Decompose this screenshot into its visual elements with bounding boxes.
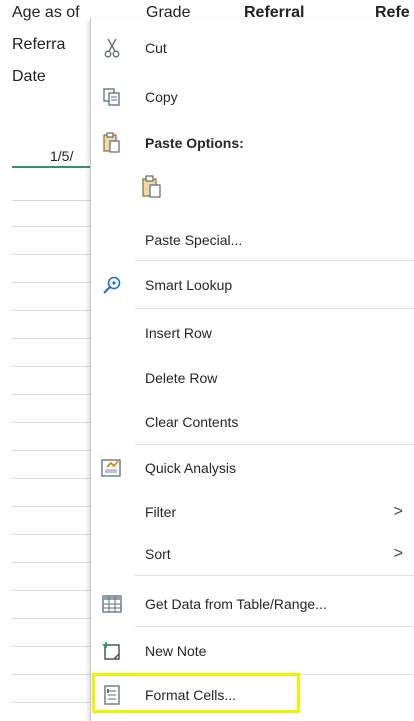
selected-date-cell[interactable]: 1/5/ <box>50 148 73 164</box>
grid-line <box>12 254 90 255</box>
grid-line <box>12 674 90 675</box>
menu-item-label: New Note <box>145 643 207 659</box>
grid-line <box>12 534 90 535</box>
new-note-icon <box>99 638 125 664</box>
smart-lookup-search-icon <box>99 272 125 298</box>
menu-item-smart-lookup[interactable]: Smart Lookup <box>91 268 414 302</box>
grid-line <box>12 226 90 227</box>
menu-item-label: Quick Analysis <box>145 460 237 476</box>
chevron-right-icon: > <box>393 503 403 520</box>
paste-option-button[interactable] <box>91 170 414 204</box>
chevron-right-icon: > <box>393 545 403 562</box>
menu-item-paste-special[interactable]: Paste Special... <box>91 223 414 257</box>
clipboard-icon <box>99 130 125 156</box>
grid-line <box>12 366 90 367</box>
menu-item-quick-analysis[interactable]: Quick Analysis <box>91 451 414 485</box>
header-date-line3: Date <box>12 68 46 85</box>
menu-item-sort[interactable]: Sort > <box>91 537 414 571</box>
menu-item-label: Sort <box>145 546 171 562</box>
menu-separator <box>135 444 414 445</box>
menu-item-copy[interactable]: Copy <box>91 80 414 114</box>
context-menu: Cut Copy Paste Options: Paste Special...… <box>90 18 414 721</box>
menu-item-clear-contents[interactable]: Clear Contents <box>91 405 414 439</box>
menu-separator <box>135 308 414 309</box>
menu-item-filter[interactable]: Filter > <box>91 495 414 529</box>
header-age-as-of: Age as of <box>12 4 80 21</box>
grid-line <box>12 338 90 339</box>
grid-line <box>12 702 90 703</box>
paste-icon <box>139 174 165 200</box>
menu-item-label: Delete Row <box>145 370 218 386</box>
menu-item-label: Get Data from Table/Range... <box>145 596 327 612</box>
format-cells-highlight-box <box>92 673 300 713</box>
menu-item-paste-options-header: Paste Options: <box>91 126 414 160</box>
menu-item-cut[interactable]: Cut <box>91 31 414 65</box>
menu-item-label: Paste Options: <box>145 135 244 151</box>
grid-line <box>12 282 90 283</box>
menu-separator <box>135 575 414 576</box>
grid-line <box>12 646 90 647</box>
grid-line <box>12 450 90 451</box>
menu-item-delete-row[interactable]: Delete Row <box>91 361 414 395</box>
grid-line <box>12 590 90 591</box>
menu-item-insert-row[interactable]: Insert Row <box>91 316 414 350</box>
table-icon <box>99 591 125 617</box>
menu-item-label: Paste Special... <box>145 232 243 248</box>
menu-item-label: Cut <box>145 40 167 56</box>
menu-item-label: Copy <box>145 89 178 105</box>
menu-item-new-note[interactable]: New Note <box>91 634 414 668</box>
grid-line <box>12 200 90 201</box>
grid-line <box>12 478 90 479</box>
grid-line <box>12 506 90 507</box>
menu-separator <box>135 626 414 627</box>
grid-line <box>12 422 90 423</box>
grid-line <box>12 394 90 395</box>
grid-line <box>12 562 90 563</box>
menu-item-label: Insert Row <box>145 325 212 341</box>
menu-item-label: Filter <box>145 504 177 520</box>
menu-item-label: Smart Lookup <box>145 277 233 293</box>
grid-line <box>12 310 90 311</box>
quick-analysis-icon <box>99 455 125 481</box>
header-referral-line2: Referra <box>12 36 66 53</box>
grid-line <box>12 618 90 619</box>
scissors-icon <box>99 35 125 61</box>
menu-item-label: Clear Contents <box>145 414 239 430</box>
copy-icon <box>99 84 125 110</box>
cell-selection-border <box>12 166 92 168</box>
menu-item-get-data[interactable]: Get Data from Table/Range... <box>91 587 414 621</box>
menu-separator <box>135 260 414 261</box>
